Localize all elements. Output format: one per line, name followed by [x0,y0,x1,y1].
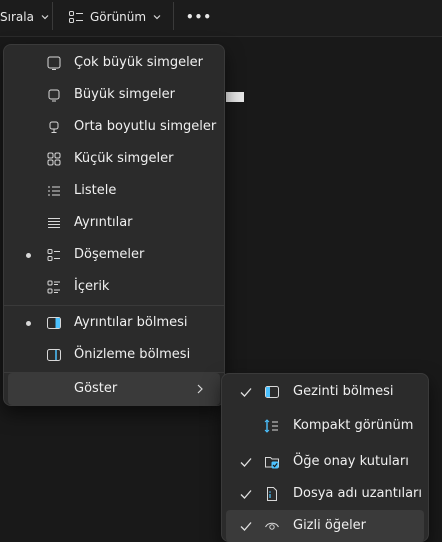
menu-item-label: Önizleme bölmesi [74,347,191,362]
background-file-thumbnail [226,92,244,102]
menu-item-label: Göster [74,381,118,396]
menu-item-label: Ayrıntılar bölmesi [74,315,188,330]
sort-button[interactable]: Sırala [0,0,50,34]
submenu-item-file-extensions[interactable]: Dosya adı uzantıları [226,478,424,510]
view-menu: Çok büyük simgeler Büyük simgeler Orta b… [3,44,225,406]
more-options-button[interactable]: ••• [186,0,212,34]
submenu-item-item-checkboxes[interactable]: Öğe onay kutuları [226,446,424,478]
list-icon [48,186,60,196]
content-icon [47,280,60,294]
check-icon [240,458,252,467]
submenu-item-label: Kompakt görünüm [293,418,414,433]
submenu-item-navigation-pane[interactable]: Gezinti bölmesi [226,376,424,408]
chevron-right-icon [197,384,203,394]
submenu-item-hidden-items[interactable]: Gizli öğeler [226,510,424,542]
command-bar: Sırala Görünüm ••• [0,0,442,37]
check-icon [240,388,252,397]
navigation-pane-icon [265,386,279,398]
menu-item-large-icons[interactable]: Büyük simgeler [8,79,220,111]
submenu-item-label: Dosya adı uzantıları [293,486,423,501]
view-label: Görünüm [90,10,147,24]
checkbox-icon [265,457,279,469]
view-icon [69,11,83,23]
menu-item-label: Ayrıntılar [74,215,133,230]
submenu-item-label: Öğe onay kutuları [293,454,409,469]
menu-item-small-icons[interactable]: Küçük simgeler [8,143,220,175]
check-icon [240,490,252,499]
monitor-small-icon [49,121,59,133]
menu-item-label: Orta boyutlu simgeler [74,119,217,134]
menu-item-details-pane[interactable]: Ayrıntılar bölmesi [8,307,220,339]
menu-item-details[interactable]: Ayrıntılar [8,207,220,239]
file-extension-icon [267,487,277,501]
submenu-item-label: Gezinti bölmesi [293,384,394,399]
menu-item-medium-icons[interactable]: Orta boyutlu simgeler [8,111,220,143]
menu-item-list[interactable]: Listele [8,175,220,207]
menu-item-preview-pane[interactable]: Önizleme bölmesi [8,339,220,371]
view-button[interactable]: Görünüm [68,0,162,34]
menu-item-label: Listele [74,183,117,198]
show-submenu: Gezinti bölmesi Kompakt görünüm Öğe onay… [221,373,429,542]
selected-bullet-icon [26,321,31,326]
sort-label: Sırala [0,10,34,24]
submenu-item-label: Gizli öğeler [293,518,367,533]
menu-item-tiles[interactable]: Döşemeler [8,239,220,271]
details-icon [48,218,60,228]
chevron-down-icon [153,15,161,20]
monitor-icon [47,56,61,70]
tiles-icon [47,249,60,261]
menu-item-label: İçerik [74,279,110,294]
submenu-item-compact-view[interactable]: Kompakt görünüm [226,410,424,442]
compact-view-icon [264,419,278,433]
menu-item-extra-large-icons[interactable]: Çok büyük simgeler [8,47,220,79]
menu-divider [4,305,224,306]
check-icon [240,522,252,531]
menu-item-content[interactable]: İçerik [8,271,220,303]
selected-bullet-icon [26,253,31,258]
menu-item-show[interactable]: Göster [8,373,220,405]
menu-item-label: Çok büyük simgeler [74,55,204,70]
toolbar-divider [52,2,53,30]
preview-pane-icon [47,349,61,361]
menu-item-label: Döşemeler [74,247,145,262]
toolbar-divider [173,2,174,30]
menu-item-label: Küçük simgeler [74,151,174,166]
monitor-icon [48,89,60,102]
chevron-down-icon [41,15,49,20]
more-icon: ••• [186,10,213,24]
details-pane-icon [47,317,61,329]
menu-item-label: Büyük simgeler [74,87,176,102]
grid-icon [47,152,61,166]
eye-icon [265,522,279,530]
